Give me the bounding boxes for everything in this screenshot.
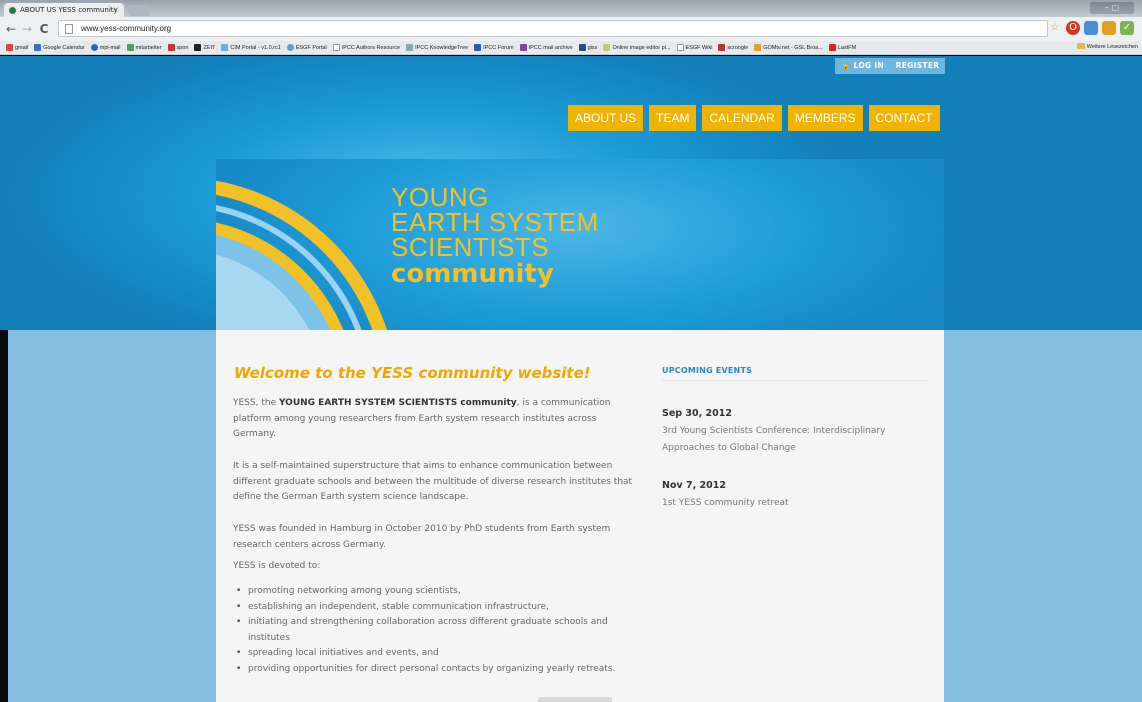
bookmark-item[interactable]: ESGF Wiki: [676, 44, 712, 51]
bookmark-icon: [406, 44, 414, 51]
extension-yellow-icon[interactable]: [1102, 21, 1116, 35]
browser-toolbar: ← → C www.yess-community.org ☆ O ✓: [0, 17, 1142, 41]
intro-paragraph: YESS, the YOUNG EARTH SYSTEM SCIENTISTS …: [233, 398, 611, 439]
mail-icon: [90, 44, 98, 51]
logo-text: YOUNG EARTH SYSTEM SCIENTISTS community: [391, 184, 599, 289]
zeit-icon: [194, 44, 202, 51]
web-page: 🔒 LOG IN REGISTER ABOUT US TEAM CALENDAR…: [0, 56, 1142, 702]
nav-contact[interactable]: CONTACT: [868, 105, 940, 131]
reload-icon[interactable]: C: [37, 22, 51, 36]
bookmark-icon: [126, 44, 134, 51]
other-bookmarks-folder[interactable]: Weitere Lesezeichen: [1076, 43, 1138, 50]
event-link[interactable]: 3rd Young Scientists Conference: Interdi…: [662, 423, 932, 457]
extension-blue-icon[interactable]: [1084, 21, 1098, 35]
founded-paragraph: YESS was founded in Hamburg in October 2…: [233, 524, 611, 550]
gmail-icon: [6, 44, 13, 51]
list-item: promoting networking among young scienti…: [236, 584, 646, 600]
account-bar: 🔒 LOG IN REGISTER: [835, 58, 945, 74]
bookmark-item[interactable]: CIM Portal - v1.0.rc1: [221, 44, 281, 51]
forward-arrow-icon[interactable]: →: [20, 22, 34, 36]
page-icon: [65, 24, 73, 34]
welcome-heading: Welcome to the YESS community website!: [234, 364, 591, 382]
bookmark-item[interactable]: Google Calendar: [34, 44, 85, 51]
star-bookmark-icon[interactable]: ☆: [1048, 21, 1062, 35]
superstructure-paragraph: It is a self-maintained superstructure t…: [233, 461, 633, 502]
address-url: www.yess-community.org: [81, 24, 172, 33]
bookmark-item[interactable]: IPCC Forum: [474, 44, 514, 51]
folder-icon: [1076, 43, 1085, 49]
browser-titlebar: ABOUT US YESS community × – ▢: [0, 0, 1142, 17]
main-nav: ABOUT US TEAM CALENDAR MEMBERS CONTACT: [568, 105, 940, 131]
bookmark-item[interactable]: ESGF Portal: [286, 44, 327, 51]
logo-arcs-icon: [216, 180, 387, 330]
address-bar[interactable]: www.yess-community.org: [58, 20, 1048, 37]
site-favicon-icon: [9, 7, 16, 14]
forum-icon: [474, 44, 482, 51]
browser-tab[interactable]: ABOUT US YESS community ×: [4, 3, 124, 17]
list-item: spreading local initiatives and events, …: [236, 646, 646, 662]
archive-icon: [519, 44, 527, 51]
list-item: establishing an independent, stable comm…: [236, 600, 646, 616]
devoted-paragraph: YESS is devoted to:: [233, 561, 321, 571]
bookmark-item[interactable]: IPCC KnowledgeTree: [406, 44, 468, 51]
page-icon: [676, 44, 684, 51]
nav-team[interactable]: TEAM: [649, 105, 697, 131]
cim-icon: [221, 44, 229, 51]
calendar-icon: [34, 44, 42, 51]
list-item: providing opportunities for direct perso…: [236, 662, 646, 678]
pencil-icon: [603, 44, 611, 51]
upcoming-events-heading: UPCOMING EVENTS: [662, 366, 928, 381]
bookmark-item[interactable]: scroogle: [718, 44, 748, 51]
nav-calendar[interactable]: CALENDAR: [702, 105, 782, 131]
nav-about-us[interactable]: ABOUT US: [568, 105, 644, 131]
goals-list: promoting networking among young scienti…: [236, 584, 646, 677]
bookmark-item[interactable]: GOMtv.net - GSL Broa...: [754, 44, 823, 51]
opera-extension-icon[interactable]: O: [1066, 21, 1080, 35]
logo-line-community: community: [391, 259, 554, 289]
spon-icon: [167, 44, 175, 51]
event-date: Nov 7, 2012: [662, 480, 726, 491]
back-arrow-icon[interactable]: ←: [4, 22, 18, 36]
gomtv-icon: [754, 44, 762, 51]
partial-button[interactable]: [538, 697, 612, 702]
extension-icons: ☆ O ✓: [1048, 21, 1134, 35]
wrench-icon[interactable]: ✓: [1120, 21, 1134, 35]
esgf-icon: [286, 44, 294, 51]
list-item: initiating and strengthening collaborati…: [236, 615, 646, 646]
scroogle-icon: [718, 44, 726, 51]
bookmark-item[interactable]: Online image editor pi...: [603, 44, 671, 51]
bookmark-item[interactable]: gmail: [6, 44, 28, 51]
event-link[interactable]: 1st YESS community retreat: [662, 495, 932, 512]
event-date: Sep 30, 2012: [662, 408, 732, 419]
bookmark-item[interactable]: ZEIT: [194, 44, 215, 51]
register-button[interactable]: REGISTER: [890, 58, 945, 74]
bookmark-item[interactable]: mpi-mail: [90, 44, 121, 51]
bookmark-item[interactable]: spon: [167, 44, 188, 51]
login-button[interactable]: 🔒 LOG IN: [835, 58, 890, 74]
bookmarks-bar: gmail Google Calendar mpi-mail mitarbeit…: [0, 41, 1142, 55]
page-left-edge: [0, 330, 8, 702]
tab-title: ABOUT US YESS community: [20, 6, 118, 14]
window-controls[interactable]: – ▢: [1090, 2, 1134, 14]
bookmark-item[interactable]: giss: [578, 44, 597, 51]
bookmark-item[interactable]: IPCC mail archive: [519, 44, 573, 51]
site-banner: YOUNG EARTH SYSTEM SCIENTISTS community: [216, 159, 944, 330]
nav-members[interactable]: MEMBERS: [787, 105, 863, 131]
giss-icon: [578, 44, 586, 51]
content-panel: Welcome to the YESS community website! Y…: [216, 330, 944, 702]
tab-close-icon[interactable]: ×: [112, 5, 119, 14]
page-icon: [332, 44, 340, 51]
bookmark-item[interactable]: LastFM: [828, 44, 856, 51]
bookmark-item[interactable]: mitarbeiter: [126, 44, 162, 51]
bookmark-item[interactable]: IPCC Authors Resource: [332, 44, 400, 51]
new-tab-button[interactable]: [128, 5, 150, 16]
logo-line-scientists: SCIENTISTS: [391, 232, 550, 262]
lastfm-icon: [828, 44, 836, 51]
